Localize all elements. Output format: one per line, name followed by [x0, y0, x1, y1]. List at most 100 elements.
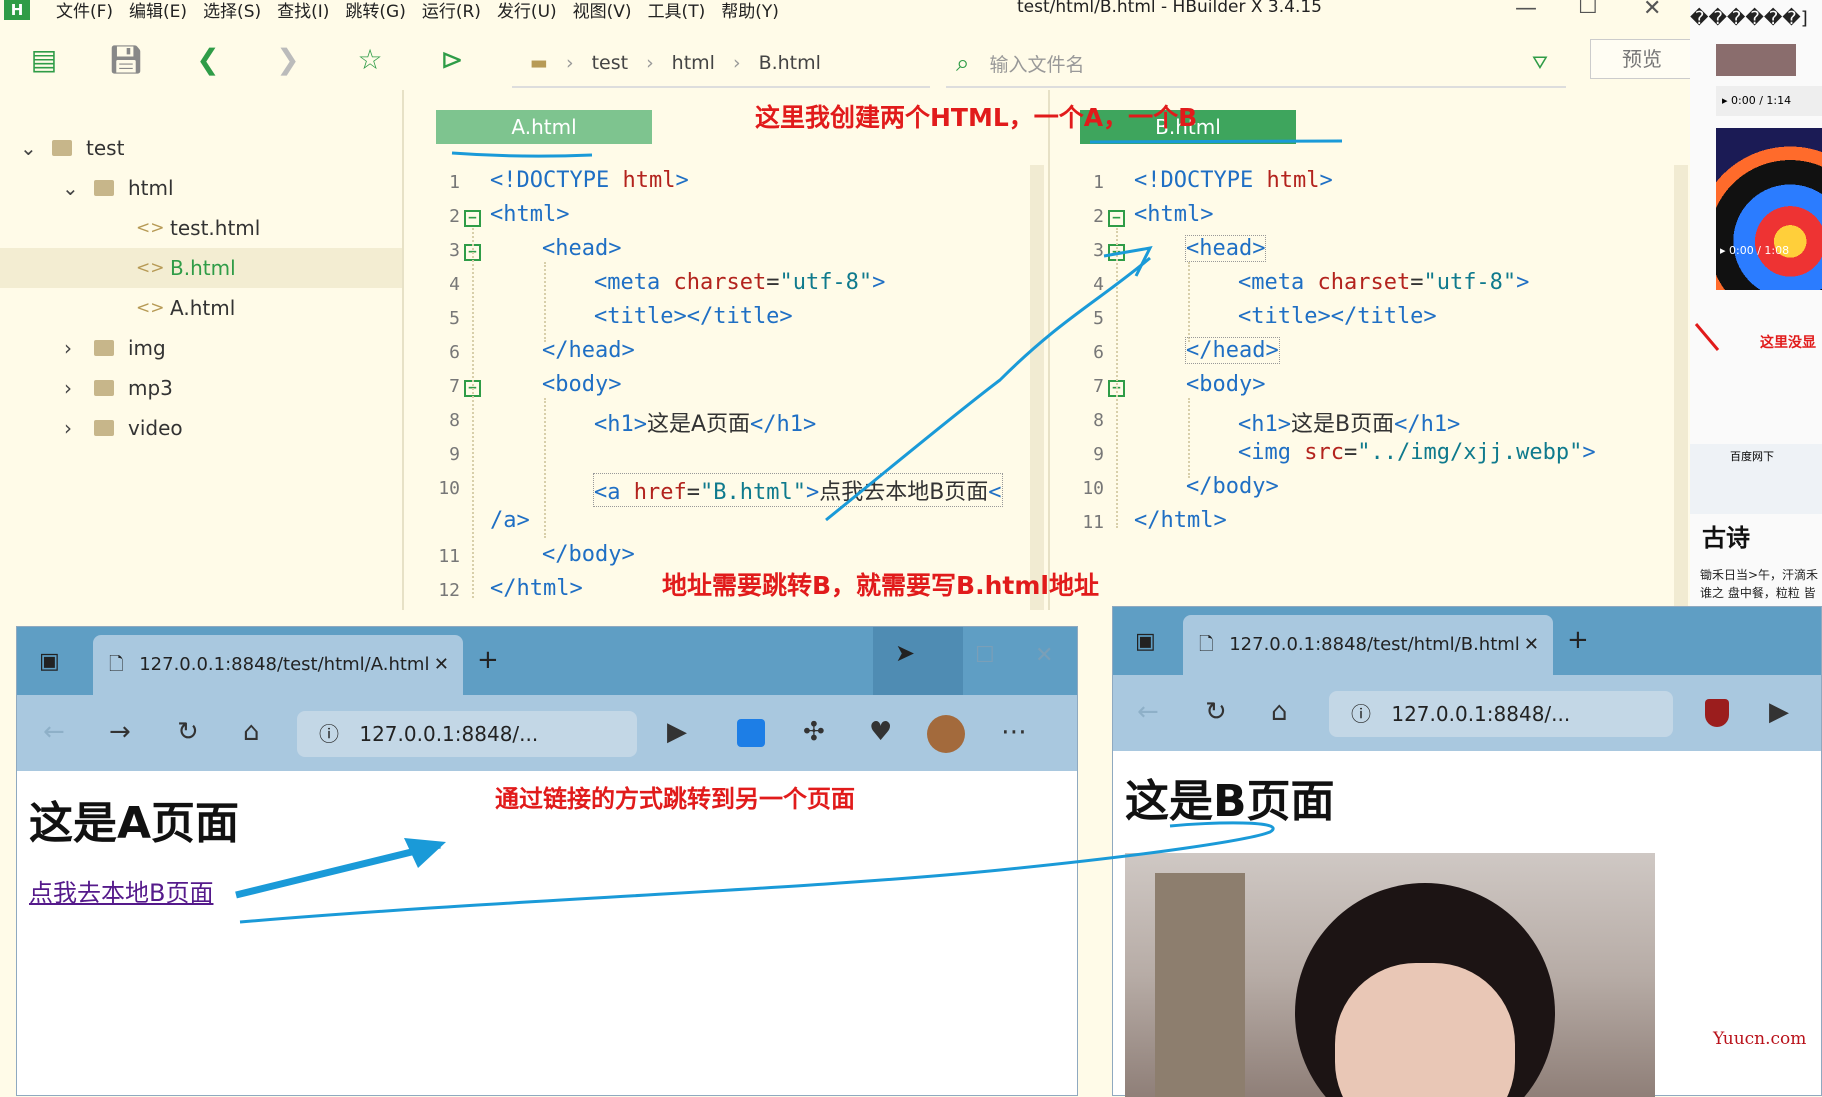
file-search-input[interactable]: ⌕ 输入文件名 ⛛ — [946, 40, 1566, 88]
code-editor-b[interactable]: 1 2 3 4 5 6 7 8 9 10 11 − − − <!DOCTYPE … — [1064, 150, 1684, 550]
info-icon[interactable]: ⓘ — [1351, 702, 1371, 726]
page-icon: 🗋 — [1199, 634, 1214, 655]
address-bar[interactable]: ⓘ 127.0.0.1:8848/... — [1329, 691, 1673, 737]
menu-item-file[interactable]: 文件(F) — [56, 0, 113, 22]
tab-actions-icon[interactable]: ▣ — [39, 649, 60, 674]
tree-folder-html[interactable]: ⌄ html — [0, 168, 402, 208]
avatar[interactable] — [927, 715, 965, 753]
menu-item-run[interactable]: 运行(R) — [422, 0, 481, 22]
window-control-area — [873, 627, 963, 695]
editor-tab-a-html[interactable]: A.html — [436, 110, 652, 144]
forward-arrow-icon[interactable]: → — [109, 717, 131, 747]
new-tab-button[interactable]: + — [1567, 625, 1589, 655]
code-line: <title></title> — [594, 304, 793, 329]
tree-folder-img[interactable]: › img — [0, 328, 402, 368]
play-icon[interactable]: ▶ — [1769, 697, 1789, 727]
puzzle-icon[interactable]: ✣ — [803, 717, 825, 747]
watermark: Yuucn.com — [1713, 1029, 1807, 1049]
close-window-button[interactable]: ✕ — [1035, 643, 1053, 668]
home-icon[interactable]: ⌂ — [1271, 697, 1288, 727]
chevron-down-icon[interactable]: ⌄ — [20, 128, 37, 168]
tree-folder-mp3[interactable]: › mp3 — [0, 368, 402, 408]
annotation-text: 地址需要跳转B，就需要写B.html地址 — [662, 571, 1099, 600]
maximize-button[interactable]: ☐ — [975, 643, 995, 668]
browser-window-a: ▣ 🗋 127.0.0.1:8848/test/html/A.html ✕ + … — [16, 626, 1078, 1096]
address-text: 127.0.0.1:8848/... — [359, 722, 539, 746]
preview-button[interactable]: 预览 — [1590, 39, 1694, 79]
close-tab-icon[interactable]: ✕ — [434, 635, 449, 695]
chevron-right-icon[interactable]: › — [64, 368, 72, 408]
line-number: 6 — [1093, 342, 1104, 363]
menu-item-goto[interactable]: 跳转(G) — [345, 0, 405, 22]
minimize-button[interactable]: — — [1515, 0, 1537, 21]
menu-item-help[interactable]: 帮助(Y) — [721, 0, 779, 22]
forward-arrow-icon[interactable]: ❯ — [268, 42, 308, 78]
breadcrumb-item[interactable]: html — [672, 52, 715, 74]
annotation-text: 通过链接的方式跳转到另一个页面 — [495, 785, 855, 813]
page-icon: 🗋 — [109, 654, 124, 675]
home-icon[interactable]: ⌂ — [243, 717, 260, 747]
editor-split-divider[interactable] — [1048, 90, 1050, 610]
back-arrow-icon[interactable]: ❮ — [188, 42, 228, 78]
link-to-b-page[interactable]: 点我去本地B页面 — [29, 873, 213, 908]
new-tab-button[interactable]: + — [477, 645, 499, 675]
chevron-right-icon[interactable]: › — [64, 408, 72, 448]
menu-item-publish[interactable]: 发行(U) — [497, 0, 557, 22]
code-line: <html> — [490, 202, 570, 227]
project-tree: ⌄ test ⌄ html <> test.html <> B.html <> … — [0, 90, 404, 610]
menu-item-find[interactable]: 查找(I) — [277, 0, 329, 22]
tree-file-a-html[interactable]: <> A.html — [0, 288, 402, 328]
menu-item-select[interactable]: 选择(S) — [203, 0, 261, 22]
scrollbar[interactable] — [1030, 165, 1044, 610]
back-arrow-icon[interactable]: ← — [43, 717, 65, 747]
close-tab-icon[interactable]: ✕ — [1524, 615, 1539, 675]
tree-item-label: html — [128, 176, 174, 200]
thumbnail-image — [1716, 44, 1796, 76]
address-bar[interactable]: ⓘ 127.0.0.1:8848/... — [297, 711, 637, 757]
ublock-icon[interactable] — [1705, 699, 1729, 727]
star-icon[interactable]: ☆ — [350, 42, 390, 78]
video-player-controls[interactable]: ▸ 0:00 / 1:14 — [1716, 86, 1822, 116]
reload-icon[interactable]: ↻ — [1205, 697, 1227, 727]
menu-item-tools[interactable]: 工具(T) — [648, 0, 706, 22]
breadcrumb-item[interactable]: B.html — [759, 52, 821, 74]
info-icon[interactable]: ⓘ — [319, 722, 339, 746]
address-text: 127.0.0.1:8848/... — [1391, 702, 1571, 726]
tree-folder-video[interactable]: › video — [0, 408, 402, 448]
tree-folder-test[interactable]: ⌄ test — [0, 128, 402, 168]
maximize-button[interactable]: ☐ — [1578, 0, 1598, 19]
chevron-right-icon[interactable]: › — [64, 328, 72, 368]
tree-file-b-html[interactable]: <> B.html — [0, 248, 402, 288]
browser-tab[interactable]: 🗋 127.0.0.1:8848/test/html/A.html ✕ — [93, 635, 463, 695]
line-number: 11 — [438, 546, 460, 567]
reload-icon[interactable]: ↻ — [177, 717, 199, 747]
chevron-down-icon[interactable]: ⌄ — [62, 168, 79, 208]
fold-toggle-icon[interactable]: − — [464, 210, 481, 227]
tab-actions-icon[interactable]: ▣ — [1135, 629, 1156, 654]
extension-icon[interactable] — [737, 719, 765, 747]
fold-toggle-icon[interactable]: − — [1108, 210, 1125, 227]
folder-icon: ▬ — [530, 52, 548, 74]
run-icon[interactable]: ⊳ — [432, 42, 472, 78]
folder-icon — [94, 420, 114, 436]
code-line: </head> — [542, 338, 635, 363]
more-icon[interactable]: ⋯ — [1001, 717, 1027, 747]
close-window-button[interactable]: ✕ — [1643, 0, 1661, 21]
filter-icon[interactable]: ⛛ — [1532, 52, 1548, 74]
health-icon[interactable]: ♥ — [869, 717, 892, 747]
menu-item-view[interactable]: 视图(V) — [573, 0, 632, 22]
tab-title: 127.0.0.1:8848/test/html/B.html — [1229, 634, 1520, 655]
new-file-icon[interactable]: ▤ — [24, 42, 64, 78]
menu-item-edit[interactable]: 编辑(E) — [129, 0, 187, 22]
video-thumbnail[interactable] — [1716, 128, 1822, 290]
browser-tab[interactable]: 🗋 127.0.0.1:8848/test/html/B.html ✕ — [1183, 615, 1553, 675]
code-editor-a[interactable]: 1 2 3 4 5 6 7 8 9 10 11 12 − − − <!DOCTY… — [420, 150, 1050, 610]
play-icon[interactable]: ▶ — [667, 717, 687, 747]
folder-icon — [52, 140, 72, 156]
back-arrow-icon[interactable]: ← — [1137, 697, 1159, 727]
scrollbar[interactable] — [1674, 165, 1688, 610]
save-icon[interactable]: 💾︎ — [106, 42, 146, 78]
tree-file-test-html[interactable]: <> test.html — [0, 208, 402, 248]
breadcrumb-item[interactable]: test — [592, 52, 629, 74]
line-number: 2 — [449, 206, 460, 227]
